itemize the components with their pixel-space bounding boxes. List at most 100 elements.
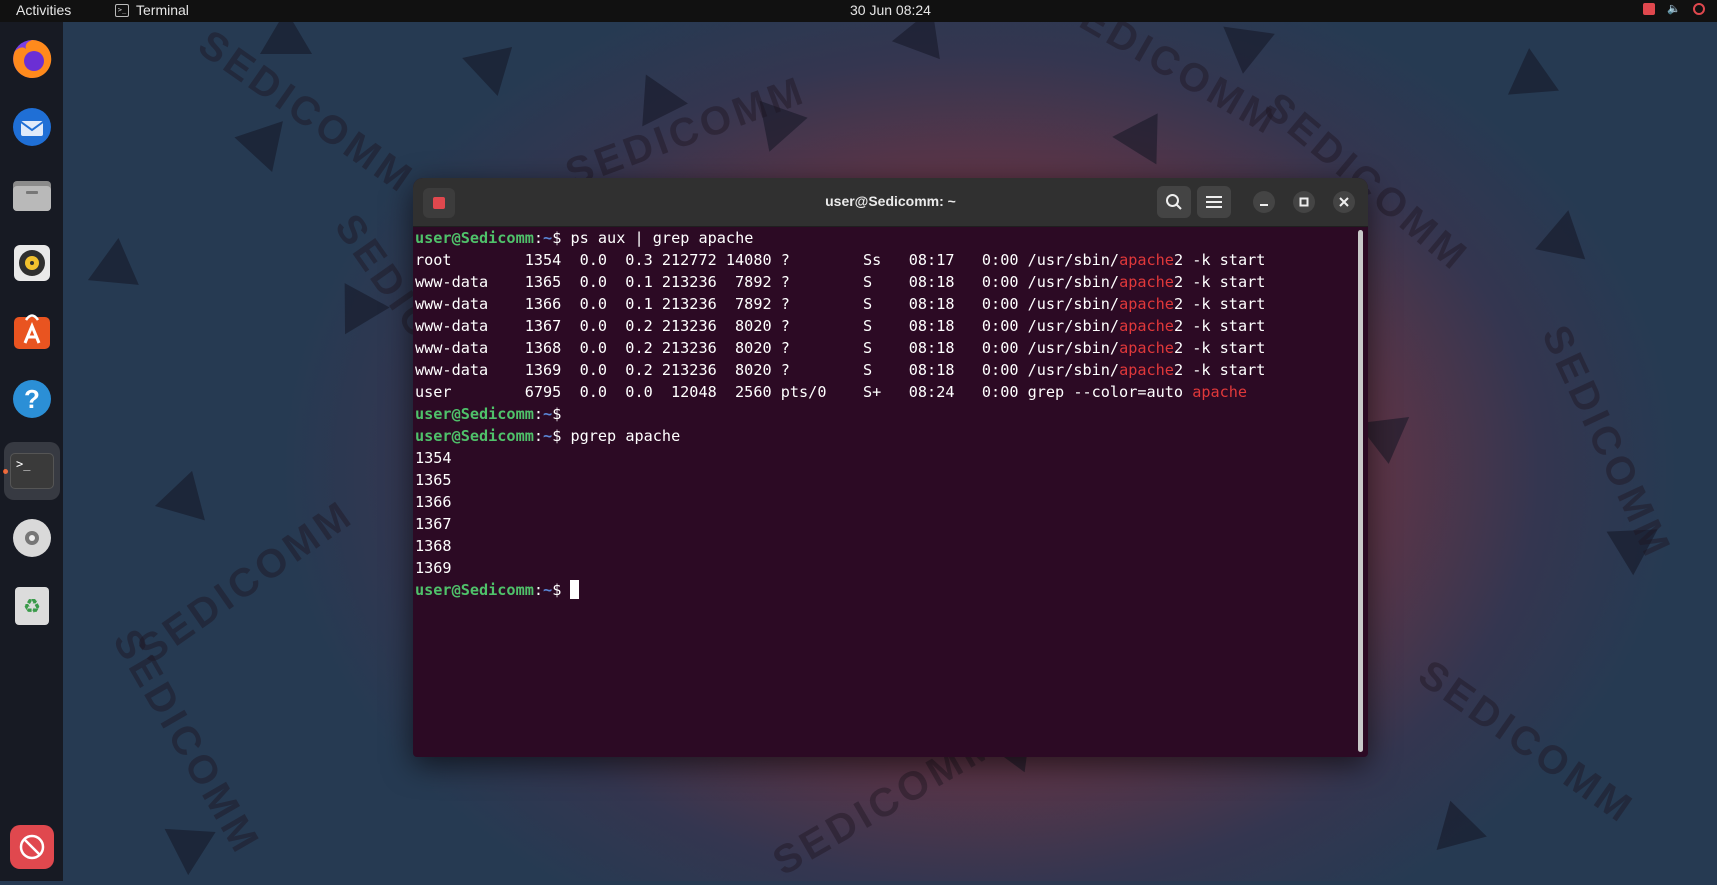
output-text: www-data 1368 0.0 0.2 213236 8020 ? S 08… bbox=[415, 339, 1120, 357]
wallpaper-triangle bbox=[87, 238, 155, 306]
recycle-glyph: ♻ bbox=[15, 587, 49, 625]
screen-record-icon[interactable] bbox=[1643, 3, 1655, 15]
prompt-path: ~ bbox=[543, 581, 553, 599]
match-highlight: apache bbox=[1119, 361, 1174, 379]
thunderbird-icon[interactable] bbox=[10, 105, 54, 149]
prompt-symbol: $ bbox=[552, 229, 571, 247]
prompt-separator: : bbox=[533, 229, 544, 247]
volume-icon[interactable]: 🔈 bbox=[1667, 3, 1681, 15]
prompt-separator: : bbox=[533, 427, 544, 445]
output-text: 2 -k start bbox=[1173, 251, 1266, 269]
match-highlight: apache bbox=[1119, 317, 1174, 335]
output-line: 1368 bbox=[415, 535, 1355, 557]
output-text: 1368 bbox=[415, 537, 452, 555]
wallpaper-triangle bbox=[1425, 794, 1487, 850]
output-text: www-data 1366 0.0 0.1 213236 7892 ? S 08… bbox=[415, 295, 1120, 313]
terminal-output[interactable]: user@Sedicomm:~$ ps aux | grep apache roo… bbox=[415, 227, 1355, 755]
prompt-line: user@Sedicomm:~$ bbox=[415, 579, 1355, 601]
output-line: user 6795 0.0 0.0 12048 2560 pts/0 S+ 08… bbox=[415, 381, 1355, 403]
app-menu[interactable]: >_ Terminal bbox=[115, 2, 189, 18]
prompt-symbol: $ bbox=[552, 427, 571, 445]
top-bar: Activities >_ Terminal 30 Jun 08:24 🔈 bbox=[0, 0, 1717, 22]
hamburger-icon bbox=[1206, 196, 1222, 208]
output-text: 2 -k start bbox=[1173, 273, 1266, 291]
prompt-path: ~ bbox=[543, 229, 553, 247]
prompt-separator: : bbox=[533, 405, 544, 423]
help-glyph: ? bbox=[24, 383, 40, 414]
output-line: www-data 1368 0.0 0.2 213236 8020 ? S 08… bbox=[415, 337, 1355, 359]
output-text: www-data 1367 0.0 0.2 213236 8020 ? S 08… bbox=[415, 317, 1120, 335]
menu-button[interactable] bbox=[1197, 186, 1231, 218]
output-line: 1367 bbox=[415, 513, 1355, 535]
wallpaper-triangle bbox=[1526, 210, 1586, 274]
power-icon[interactable] bbox=[1693, 3, 1705, 15]
output-line: www-data 1365 0.0 0.1 213236 7892 ? S 08… bbox=[415, 271, 1355, 293]
output-line: www-data 1366 0.0 0.1 213236 7892 ? S 08… bbox=[415, 293, 1355, 315]
rhythmbox-icon[interactable] bbox=[10, 241, 54, 285]
minimize-icon bbox=[1260, 204, 1268, 206]
output-line: root 1354 0.0 0.3 212772 14080 ? Ss 08:1… bbox=[415, 249, 1355, 271]
output-text: root 1354 0.0 0.3 212772 14080 ? Ss 08:1… bbox=[415, 251, 1120, 269]
output-line: 1354 bbox=[415, 447, 1355, 469]
output-line: 1365 bbox=[415, 469, 1355, 491]
close-icon bbox=[1339, 197, 1349, 207]
prompt-line: user@Sedicomm:~$ ps aux | grep apache bbox=[415, 227, 1355, 249]
search-button[interactable] bbox=[1157, 186, 1191, 218]
output-line: 1366 bbox=[415, 491, 1355, 513]
clock[interactable]: 30 Jun 08:24 bbox=[850, 2, 931, 18]
prompt-symbol: $ bbox=[552, 581, 571, 599]
activities-button[interactable]: Activities bbox=[16, 2, 71, 18]
disc-icon[interactable] bbox=[10, 516, 54, 560]
wallpaper-triangle bbox=[154, 463, 218, 521]
prompt-line: user@Sedicomm:~$ pgrep apache bbox=[415, 425, 1355, 447]
output-text: www-data 1365 0.0 0.1 213236 7892 ? S 08… bbox=[415, 273, 1120, 291]
software-store-icon[interactable] bbox=[10, 309, 54, 353]
terminal-glyph: >_ bbox=[10, 453, 54, 489]
match-highlight: apache bbox=[1119, 295, 1174, 313]
terminal-scrollbar[interactable] bbox=[1358, 230, 1363, 752]
show-apps-icon[interactable] bbox=[10, 825, 54, 869]
output-text: 2 -k start bbox=[1173, 295, 1266, 313]
prompt-separator: : bbox=[533, 581, 544, 599]
wallpaper-triangle bbox=[1493, 48, 1559, 116]
prompt-line: user@Sedicomm:~$ bbox=[415, 403, 1355, 425]
output-text: 1369 bbox=[415, 559, 452, 577]
terminal-window[interactable]: user@Sedicomm: ~ user@Sedicomm:~$ ps aux… bbox=[413, 178, 1368, 757]
prompt-path: ~ bbox=[543, 427, 553, 445]
system-tray[interactable]: 🔈 bbox=[1643, 3, 1705, 15]
wallpaper-triangle bbox=[1112, 99, 1180, 165]
match-highlight: apache bbox=[1119, 251, 1174, 269]
dock: ? >_ ♻ bbox=[0, 22, 63, 881]
minimize-button[interactable] bbox=[1253, 191, 1275, 213]
terminal-dock-icon[interactable]: >_ bbox=[4, 442, 60, 500]
output-text: www-data 1369 0.0 0.2 213236 8020 ? S 08… bbox=[415, 361, 1120, 379]
maximize-icon bbox=[1299, 197, 1309, 207]
maximize-button[interactable] bbox=[1293, 191, 1315, 213]
terminal-headerbar[interactable]: user@Sedicomm: ~ bbox=[413, 178, 1368, 227]
wallpaper-triangle bbox=[462, 27, 530, 97]
output-line: 1369 bbox=[415, 557, 1355, 579]
output-text: 2 -k start bbox=[1173, 317, 1266, 335]
wallpaper-triangle bbox=[229, 111, 283, 173]
text-cursor bbox=[570, 580, 580, 599]
close-button[interactable] bbox=[1333, 191, 1355, 213]
help-icon[interactable]: ? bbox=[10, 377, 54, 421]
trash-icon[interactable]: ♻ bbox=[10, 584, 54, 628]
prompt-path: ~ bbox=[543, 405, 553, 423]
prompt-user: user@Sedicomm bbox=[415, 427, 534, 445]
wallpaper-watermark: SEDICOMM bbox=[129, 491, 362, 673]
command-text: ps aux | grep apache bbox=[570, 229, 754, 247]
match-highlight: apache bbox=[1192, 383, 1248, 401]
firefox-icon[interactable] bbox=[10, 37, 54, 81]
files-icon[interactable] bbox=[10, 173, 54, 217]
prompt-user: user@Sedicomm bbox=[415, 405, 534, 423]
output-text: 1366 bbox=[415, 493, 452, 511]
prompt-symbol: $ bbox=[552, 405, 571, 423]
output-line: www-data 1367 0.0 0.2 213236 8020 ? S 08… bbox=[415, 315, 1355, 337]
output-text: user 6795 0.0 0.0 12048 2560 pts/0 S+ 08… bbox=[415, 383, 1193, 401]
prompt-user: user@Sedicomm bbox=[415, 229, 534, 247]
match-highlight: apache bbox=[1119, 339, 1174, 357]
wallpaper-watermark: SEDICOMM bbox=[1533, 318, 1680, 566]
output-text: 2 -k start bbox=[1173, 361, 1266, 379]
terminal-app-icon: >_ bbox=[115, 3, 129, 17]
